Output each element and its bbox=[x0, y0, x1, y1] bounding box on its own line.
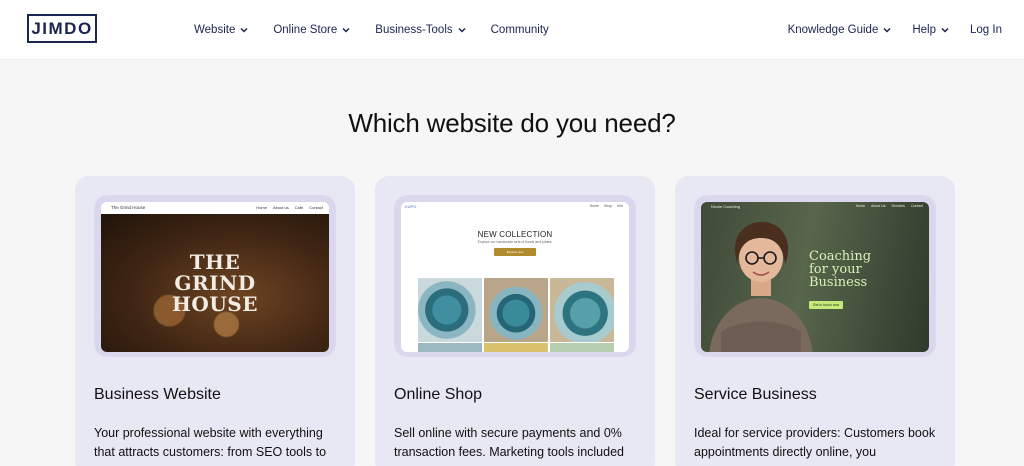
preview-nav-link: Home bbox=[256, 205, 267, 210]
nav-knowledge-guide[interactable]: Knowledge Guide bbox=[788, 24, 893, 36]
preview-nav-link: Shop bbox=[603, 204, 613, 208]
card-description: Your professional website with everythin… bbox=[94, 426, 327, 459]
nav-website-label: Website bbox=[194, 24, 236, 36]
preview-frame: Nicole Coaching Home About Us Services C… bbox=[695, 196, 935, 356]
preview-nav-link: Contact bbox=[309, 205, 323, 210]
preview-nav-link: Home bbox=[589, 204, 599, 208]
card-title: Online Shop bbox=[394, 386, 483, 403]
preview-nav-link: Contact bbox=[910, 204, 923, 208]
chevron-down-icon bbox=[941, 27, 949, 33]
ceramic-bowls-photo bbox=[418, 278, 482, 342]
nav-help-label: Help bbox=[912, 24, 937, 36]
ceramic-bowls-photo bbox=[484, 278, 548, 342]
nav-community-label: Community bbox=[490, 24, 549, 36]
card-description: Sell online with secure payments and 0% … bbox=[394, 426, 624, 459]
preview-nav-bar: The Grind House Home About us Café Conta… bbox=[101, 202, 329, 214]
product-photo-strip bbox=[418, 343, 482, 352]
nav-community[interactable]: Community bbox=[491, 24, 549, 36]
product-photo-strip bbox=[550, 343, 614, 352]
nav-help[interactable]: Help bbox=[912, 24, 950, 36]
site-header: JIMDO Website Online Store Business-Tool… bbox=[0, 0, 1024, 60]
preview-nav-links: Home About Us Services Contact bbox=[856, 204, 923, 208]
preview-nav-link: Info bbox=[617, 204, 623, 208]
service-business-preview: Nicole Coaching Home About Us Services C… bbox=[701, 202, 929, 352]
nav-online-store-label: Online Store bbox=[273, 24, 338, 36]
preview-nav-link: Home bbox=[855, 204, 866, 208]
preview-button: Get in touch now bbox=[809, 301, 843, 309]
preview-nav-link: Café bbox=[294, 205, 304, 210]
login-link[interactable]: Log In bbox=[970, 24, 1002, 36]
preview-site-name: KÚPO bbox=[405, 204, 417, 209]
utility-nav: Knowledge Guide Help Log In bbox=[788, 0, 1002, 60]
business-website-preview: The Grind House Home About us Café Conta… bbox=[101, 202, 329, 352]
nav-website[interactable]: Website bbox=[194, 24, 249, 36]
preview-frame: KÚPO Home Shop Info NEW COLLECTION Explo… bbox=[395, 196, 635, 356]
preview-nav-bar: Nicole Coaching Home About Us Services C… bbox=[701, 202, 929, 212]
preview-frame: The Grind House Home About us Café Conta… bbox=[95, 196, 335, 356]
card-title: Service Business bbox=[694, 386, 817, 403]
preview-site-name: Nicole Coaching bbox=[711, 204, 741, 209]
card-online-shop[interactable]: KÚPO Home Shop Info NEW COLLECTION Explo… bbox=[375, 176, 655, 466]
hero-text-line: THE bbox=[189, 250, 241, 274]
card-title: Business Website bbox=[94, 386, 221, 403]
ceramic-bowls-photo bbox=[550, 278, 614, 342]
preview-nav-link: About us bbox=[272, 205, 289, 210]
card-description: Ideal for service providers: Customers b… bbox=[694, 426, 936, 459]
main-nav: Website Online Store Business-Tools Comm… bbox=[194, 0, 549, 60]
preview-nav-link: Services bbox=[891, 204, 905, 208]
chevron-down-icon bbox=[458, 27, 466, 33]
jimdo-logo[interactable]: JIMDO bbox=[27, 14, 97, 43]
hero-text-line: HOUSE bbox=[172, 292, 258, 316]
product-photo-strip bbox=[484, 343, 548, 352]
preview-subheading: Explore our handmade sets of bowls and p… bbox=[477, 240, 553, 244]
preview-heading-line: Business bbox=[809, 275, 868, 290]
preview-nav-links: Home About us Café Contact bbox=[256, 205, 323, 210]
chevron-down-icon bbox=[240, 27, 248, 33]
preview-site-name: The Grind House bbox=[111, 205, 146, 210]
chevron-down-icon bbox=[883, 27, 891, 33]
online-shop-preview: KÚPO Home Shop Info NEW COLLECTION Explo… bbox=[401, 202, 629, 352]
login-link-label: Log In bbox=[970, 24, 1002, 36]
nav-business-tools[interactable]: Business-Tools bbox=[375, 24, 466, 36]
preview-nav-bar: KÚPO Home Shop Info bbox=[401, 202, 629, 212]
nav-knowledge-guide-label: Knowledge Guide bbox=[787, 24, 879, 36]
hero-text-line: GRIND bbox=[174, 271, 256, 295]
preview-nav-link: About Us bbox=[871, 204, 886, 208]
preview-button: Explore now bbox=[494, 248, 536, 256]
nav-online-store[interactable]: Online Store bbox=[273, 24, 351, 36]
card-business-website[interactable]: The Grind House Home About us Café Conta… bbox=[75, 176, 355, 466]
card-service-business[interactable]: Nicole Coaching Home About Us Services C… bbox=[675, 176, 955, 466]
chevron-down-icon bbox=[342, 27, 350, 33]
page-title: Which website do you need? bbox=[348, 108, 676, 138]
preview-nav-links: Home Shop Info bbox=[590, 204, 623, 208]
nav-business-tools-label: Business-Tools bbox=[375, 24, 453, 36]
preview-heading: Coaching for your Business bbox=[809, 250, 919, 289]
preview-heading: NEW COLLECTION bbox=[477, 230, 553, 239]
